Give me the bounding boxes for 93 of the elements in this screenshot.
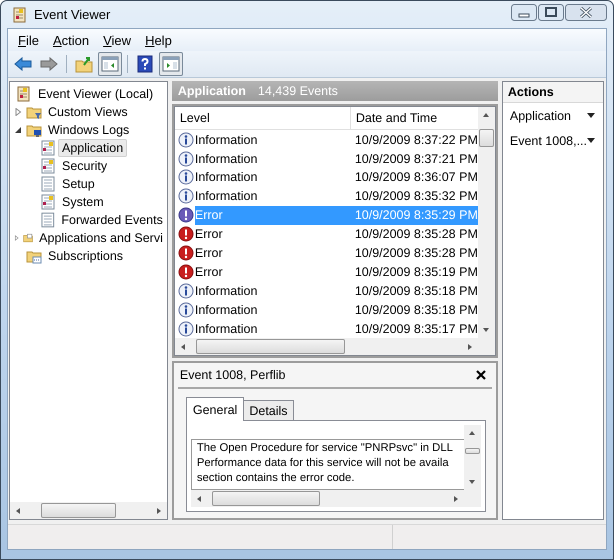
table-cell-text: 10/9/2009 8:35:28 PM: [354, 227, 478, 242]
toolbar-button[interactable]: [98, 52, 122, 76]
table-cell: Information: [194, 152, 258, 166]
error-icon: [178, 264, 194, 280]
error-icon: [178, 207, 194, 224]
scroll-thumb[interactable]: [40, 503, 116, 518]
dropdown-item[interactable]: Application: [502, 103, 603, 128]
menu-item[interactable]: Help: [138, 32, 179, 48]
log-title: Application: [178, 84, 246, 98]
table-cell-text: 10/9/2009 8:37:21 PM: [354, 152, 478, 166]
close-button[interactable]: [565, 4, 607, 21]
dropdown-item[interactable]: Event 1008,...: [502, 128, 603, 153]
table-cell-text: 10/9/2009 8:35:17 PM: [354, 322, 478, 336]
info-icon: [178, 320, 194, 337]
toolbar-button[interactable]: [159, 52, 183, 76]
scrollbar[interactable]: [10, 502, 167, 519]
log-icon: [16, 86, 32, 102]
tree-item[interactable]: Custom Views: [44, 103, 132, 121]
description-text: The Open Procedure for service "PNRPsvc" in DLL Performance data for this service will not be availa section contains the error code.: [190, 439, 464, 490]
pane-icon: [100, 54, 120, 74]
collapsed-arrow-icon[interactable]: [14, 234, 20, 242]
scrollbar[interactable]: [174, 338, 478, 355]
scroll-thumb[interactable]: [464, 448, 480, 454]
info-icon: [178, 150, 194, 167]
back-arrow-icon: [13, 54, 33, 74]
tree-item[interactable]: Setup: [58, 175, 99, 193]
scrollbar[interactable]: [464, 425, 481, 490]
table-cell-text: 10/9/2009 8:35:18 PM: [354, 302, 478, 317]
expanded-arrow-icon[interactable]: [14, 126, 22, 134]
help-icon: [135, 54, 155, 74]
tab[interactable]: General: [186, 397, 244, 421]
scroll-thumb[interactable]: [478, 129, 494, 148]
table-cell: Information: [194, 302, 258, 317]
table-cell: Information: [194, 189, 258, 204]
tree-item[interactable]: System: [58, 193, 108, 211]
log-icon: [40, 176, 56, 192]
close-icon[interactable]: [476, 370, 486, 380]
info-icon: [178, 169, 194, 186]
dropdown-arrow-icon[interactable]: [587, 113, 595, 118]
log-icon: [40, 158, 56, 174]
window-title: Event Viewer: [34, 7, 110, 22]
log-icon: [40, 140, 56, 156]
info-icon: [178, 132, 194, 148]
table-cell-text: 10/9/2009 8:35:19 PM: [354, 264, 478, 279]
table-cell: Error: [194, 246, 223, 260]
info-icon: [178, 188, 194, 204]
error-icon: [178, 244, 194, 261]
menu-item[interactable]: View: [96, 32, 138, 48]
tree-item[interactable]: Application: [58, 139, 128, 157]
table-cell-text: 10/9/2009 8:36:07 PM: [354, 170, 478, 184]
app-icon: [12, 6, 28, 22]
tree-item[interactable]: Forwarded Events: [57, 211, 167, 229]
event-count: 14,439 Events: [258, 84, 338, 98]
table-cell-text: 10/9/2009 8:37:22 PM: [354, 132, 478, 147]
tree-item[interactable]: Subscriptions: [44, 247, 128, 265]
event-title: Event 1008, Perflib: [180, 368, 286, 382]
scroll-thumb[interactable]: [212, 491, 320, 506]
pane-icon: [161, 54, 181, 74]
log-icon: [40, 212, 56, 228]
table-cell: Information: [194, 322, 258, 336]
folder-icon: [74, 54, 94, 74]
table-cell: Information: [194, 132, 258, 147]
table-cell: Error: [194, 206, 350, 225]
maximize-button[interactable]: [538, 4, 564, 21]
table-cell-text: 10/9/2009 8:35:28 PM: [354, 246, 478, 260]
minimize-button[interactable]: [511, 4, 537, 21]
menu-item[interactable]: Action: [46, 32, 96, 48]
column-header[interactable]: Date and Time: [350, 107, 478, 130]
table-cell: Error: [194, 264, 223, 279]
tree-item[interactable]: Windows Logs: [44, 121, 134, 139]
tree-item[interactable]: Applications and Servi: [35, 229, 167, 247]
table-cell: Error: [194, 227, 223, 242]
scrollbar[interactable]: [478, 107, 495, 338]
table-cell: 10/9/2009 8:35:29 PM: [350, 206, 478, 225]
tree-item[interactable]: Security: [58, 157, 112, 175]
tree-item[interactable]: Event Viewer (Local): [34, 85, 158, 103]
table-cell-text: 10/9/2009 8:35:18 PM: [354, 284, 478, 298]
tab[interactable]: Details: [243, 400, 294, 421]
forward-arrow-icon: [39, 54, 59, 74]
log-icon: [40, 194, 56, 210]
table-cell: Information: [194, 170, 258, 184]
collapsed-arrow-icon[interactable]: [14, 108, 22, 116]
scrollbar[interactable]: [190, 490, 464, 507]
info-icon: [178, 282, 194, 299]
scroll-thumb[interactable]: [196, 339, 346, 354]
dropdown-arrow-icon[interactable]: [587, 138, 595, 143]
info-icon: [178, 302, 194, 318]
menu-item[interactable]: File: [11, 32, 46, 48]
table-cell: Information: [194, 284, 258, 298]
error-icon: [178, 226, 194, 242]
actions-title: Actions: [502, 82, 603, 103]
table-cell-text: 10/9/2009 8:35:32 PM: [354, 189, 478, 204]
column-header[interactable]: Level: [174, 107, 351, 130]
